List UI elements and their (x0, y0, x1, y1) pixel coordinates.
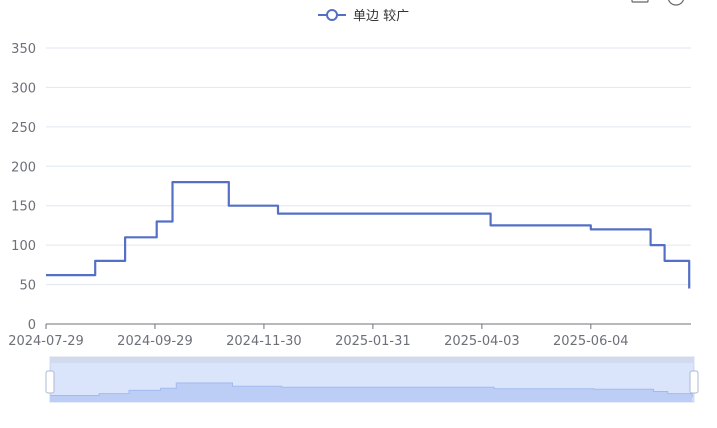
x-tick-label: 2025-04-03 (444, 334, 520, 349)
x-tick-label: 2025-06-04 (553, 334, 629, 349)
legend[interactable]: 单边 较广 (318, 9, 409, 24)
zoom-handle-left[interactable] (45, 370, 55, 394)
series-layer (46, 181, 691, 289)
x-tick-label: 2024-07-29 (8, 334, 84, 349)
zoom-move-handle (50, 357, 694, 363)
y-tick-label: 100 (11, 239, 36, 254)
toolbox[interactable] (631, 0, 685, 6)
y-tick-label: 200 (11, 160, 36, 175)
zoom-selection (50, 357, 694, 402)
zoom-handle-right[interactable] (689, 370, 699, 394)
x-tick-label: 2024-11-30 (226, 334, 302, 349)
y-tick-label: 300 (11, 81, 36, 96)
data-zoom-slider[interactable] (45, 356, 699, 403)
y-tick-label: 0 (28, 318, 36, 333)
y-tick-label: 150 (11, 200, 36, 215)
grid (46, 47, 691, 286)
series-line (46, 181, 691, 289)
y-tick-label: 250 (11, 121, 36, 136)
y-axis: 0 50 100 150 200 250 300 350 (11, 42, 36, 333)
line-chart: 0 50 100 150 200 250 300 350 2024-07-29 2024-09-… (8, 0, 699, 403)
y-tick-label: 50 (19, 279, 36, 294)
y-tick-label: 350 (11, 42, 36, 57)
x-tick-label: 2025-01-31 (335, 334, 411, 349)
legend-label[interactable]: 单边 较广 (353, 9, 409, 24)
x-tick-label: 2024-09-29 (117, 334, 193, 349)
data-view-icon[interactable] (631, 0, 649, 3)
legend-circle-marker (326, 9, 338, 21)
x-axis: 2024-07-29 2024-09-29 2024-11-30 2025-01-31… (8, 323, 691, 349)
restore-icon[interactable] (667, 0, 685, 6)
